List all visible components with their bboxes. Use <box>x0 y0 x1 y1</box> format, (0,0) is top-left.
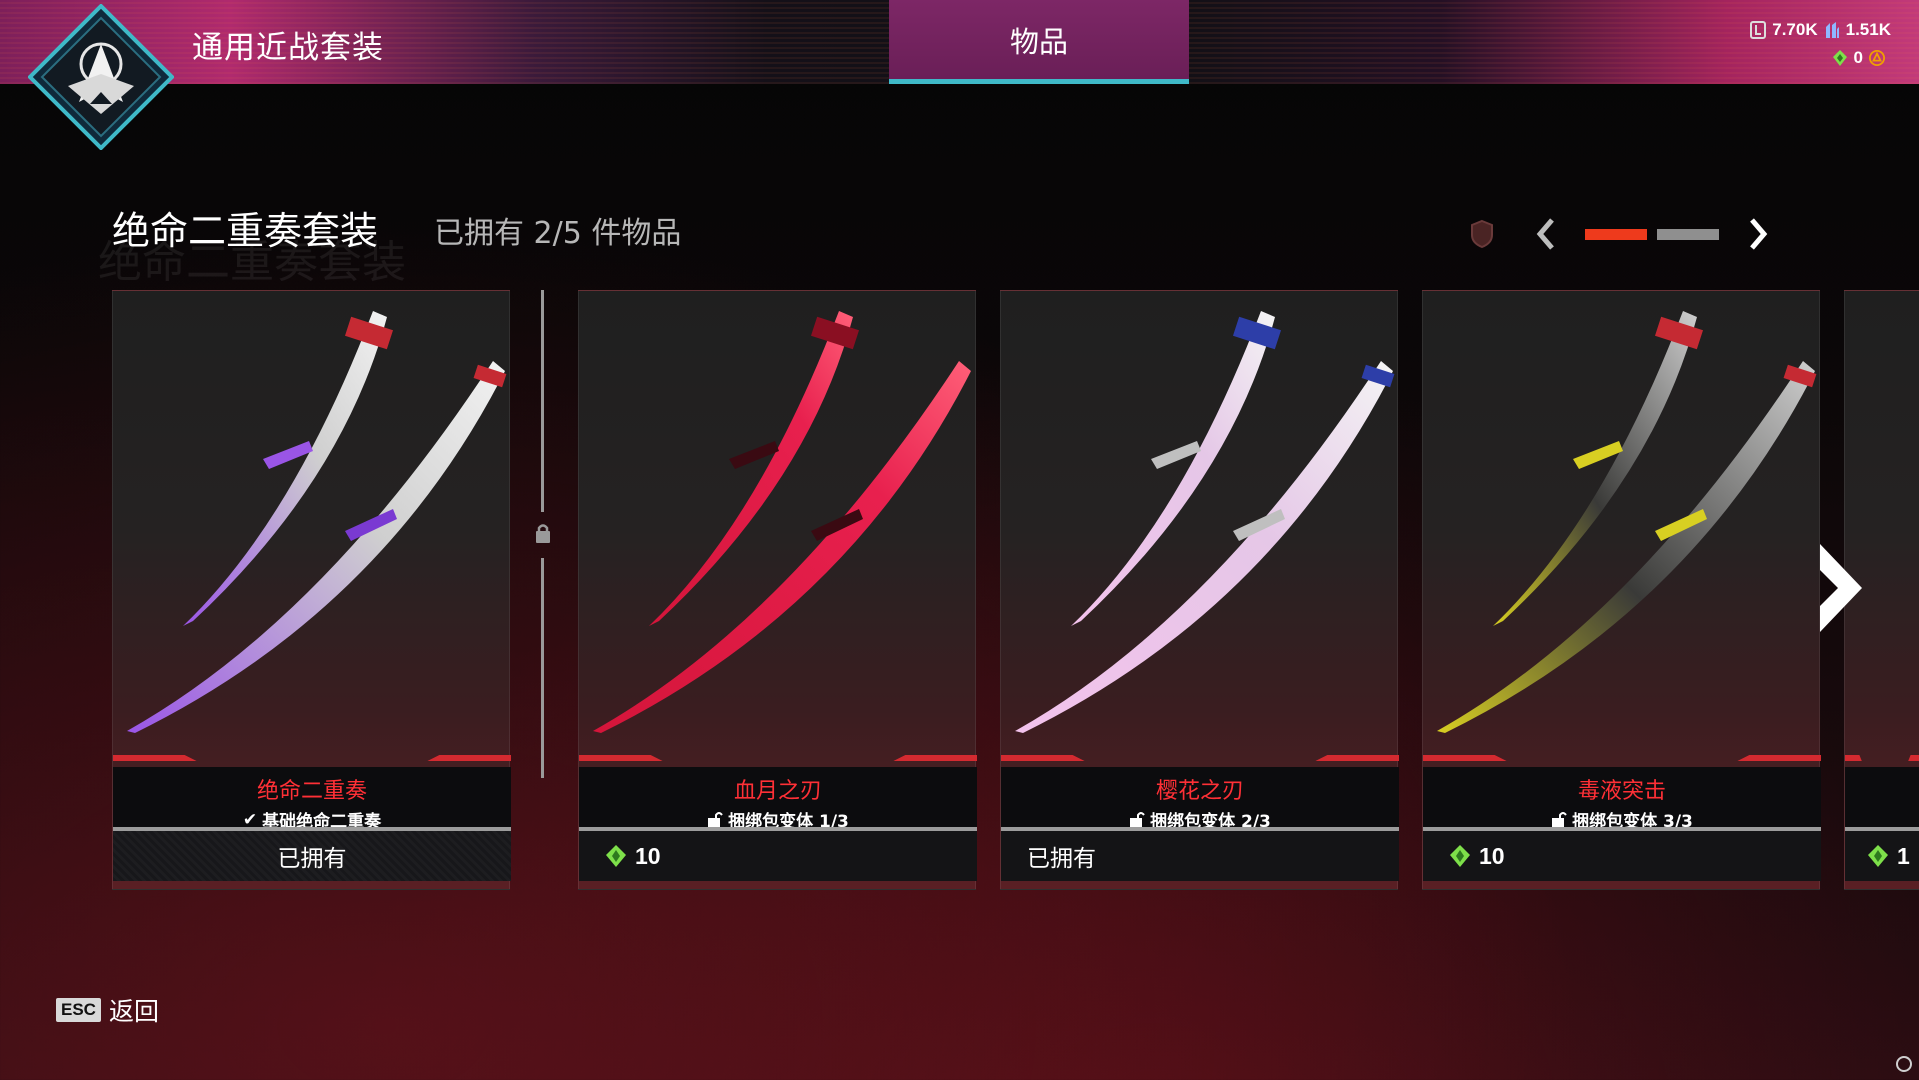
separator-line-bottom <box>541 558 544 778</box>
pager-dot-1[interactable] <box>1585 228 1647 240</box>
loading-icon <box>1896 1056 1912 1072</box>
item-price-bar[interactable]: 10 <box>1423 831 1821 881</box>
lock-icon <box>536 524 550 543</box>
header-set-title: 通用近战套装 <box>192 30 384 66</box>
item-card-4[interactable]: 毒液突击 捆绑包变体 3/3 10 <box>1422 290 1821 890</box>
pager-prev-arrow-icon[interactable] <box>1534 216 1558 252</box>
item-info-3: 樱花之刃 捆绑包变体 2/3 <box>1001 767 1399 832</box>
pager <box>1470 212 1770 256</box>
item-art-5 <box>1845 291 1919 751</box>
unlock-icon <box>708 811 723 828</box>
owned-label: 已拥有 <box>277 846 347 872</box>
item-card-3[interactable]: 樱花之刃 捆绑包变体 2/3 已拥有 <box>1000 290 1399 890</box>
item-price-bar[interactable]: 1 <box>1845 831 1919 881</box>
card-stripe <box>1845 755 1919 761</box>
owned-count-text: 已拥有 2/5 件物品 <box>434 216 682 251</box>
unlock-icon <box>1130 811 1145 828</box>
item-card-2[interactable]: 血月之刃 捆绑包变体 1/3 10 <box>578 290 977 890</box>
apex-logo-icon[interactable] <box>28 4 174 150</box>
crafting-metals-icon <box>1825 22 1839 38</box>
pager-dot-2[interactable] <box>1657 228 1719 240</box>
shield-icon <box>1471 219 1493 249</box>
owned-label: 已拥有 <box>1027 846 1096 872</box>
item-card-1[interactable]: 绝命二重奏 ✔ 基础绝命二重奏 已拥有 <box>112 290 511 890</box>
item-status-bar: 已拥有 <box>1001 831 1399 881</box>
item-price: 10 <box>1479 842 1505 869</box>
pager-next-arrow-icon[interactable] <box>1746 216 1770 252</box>
item-price-bar[interactable]: 10 <box>579 831 977 881</box>
exotic-shards-icon <box>1450 845 1470 867</box>
exotic-shards-value: 0 <box>1853 48 1863 67</box>
exotic-shards-icon <box>606 845 626 867</box>
legend-tokens-value: 7.70K <box>1772 20 1818 39</box>
back-label: 返回 <box>108 997 159 1026</box>
card-stripe <box>113 755 511 761</box>
carousel-next-chevron-icon[interactable] <box>1816 540 1866 636</box>
legend-tokens-icon <box>1750 21 1767 39</box>
separator-line-top <box>541 290 544 512</box>
item-art-2 <box>579 291 977 751</box>
item-status-bar: 已拥有 <box>113 831 511 881</box>
apex-coins-icon <box>1869 50 1885 66</box>
unlock-icon <box>1552 811 1567 828</box>
item-art-4 <box>1423 291 1821 751</box>
base-variant-separator <box>536 290 550 778</box>
item-name: 血月之刃 <box>733 779 822 804</box>
item-info-1: 绝命二重奏 ✔ 基础绝命二重奏 <box>113 767 511 832</box>
tab-items[interactable]: 物品 <box>889 0 1189 84</box>
tab-items-label: 物品 <box>1009 24 1068 59</box>
item-name: 绝命二重奏 <box>256 779 367 804</box>
exotic-shards-icon <box>1832 50 1847 66</box>
item-info-5 <box>1845 767 1919 827</box>
card-stripe <box>1423 755 1821 761</box>
esc-key-badge: ESC <box>56 998 101 1022</box>
item-name: 樱花之刃 <box>1155 779 1244 804</box>
card-stripe <box>1001 755 1399 761</box>
item-art-3 <box>1001 291 1399 751</box>
item-info-2: 血月之刃 捆绑包变体 1/3 <box>579 767 977 832</box>
item-art-1 <box>113 291 511 751</box>
collection-title: 绝命二重奏套装 <box>112 209 379 253</box>
item-info-4: 毒液突击 捆绑包变体 3/3 <box>1423 767 1821 832</box>
item-price: 1 <box>1897 842 1910 869</box>
crafting-metals-value: 1.51K <box>1845 20 1891 39</box>
currency-panel: 7.70K 1.51K 0 <box>1750 16 1891 72</box>
esc-back-hint[interactable]: ESC 返回 <box>56 992 159 1028</box>
card-stripe <box>579 755 977 761</box>
exotic-shards-icon <box>1868 845 1888 867</box>
item-name: 毒液突击 <box>1577 779 1666 804</box>
item-price: 10 <box>635 842 661 869</box>
